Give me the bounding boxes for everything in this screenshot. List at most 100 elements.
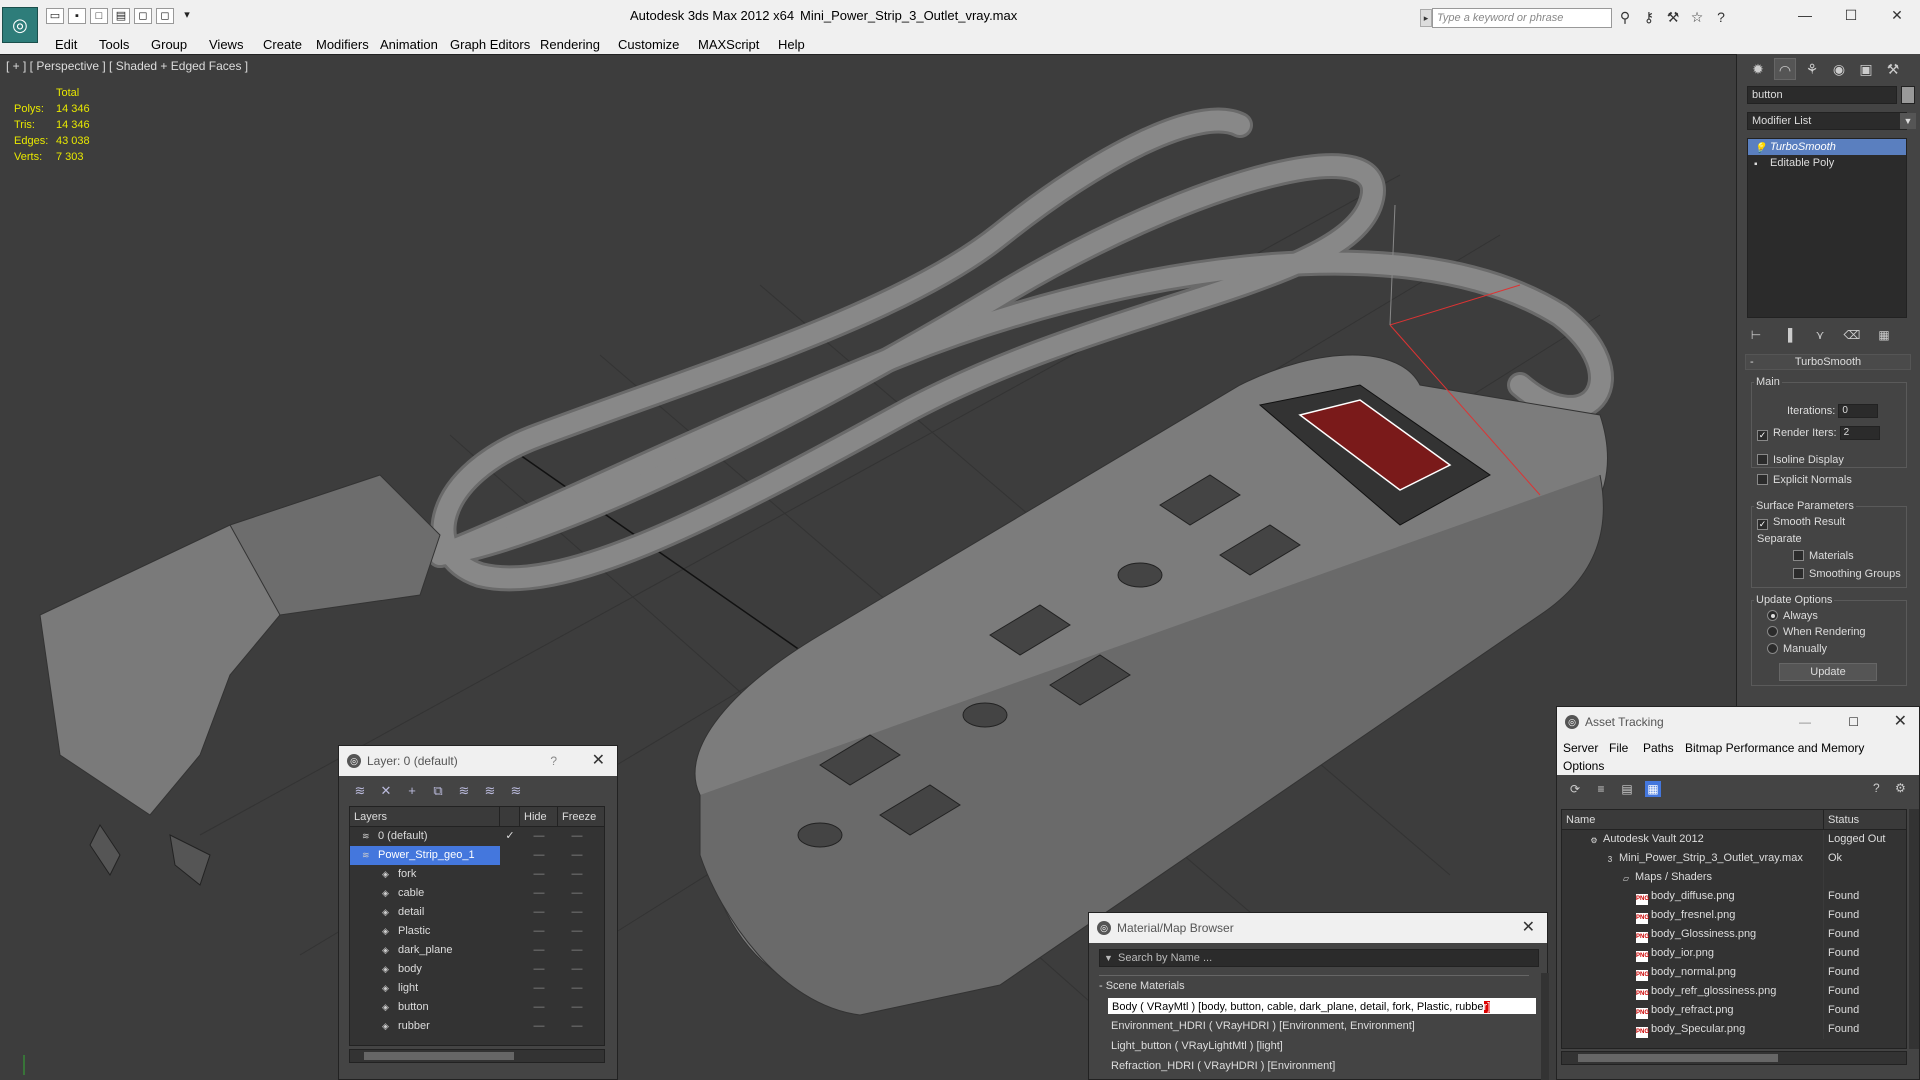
subscription-icon[interactable]: ⚷ [1640, 8, 1658, 26]
asset-name[interactable]: PNG body_Glossiness.png [1562, 925, 1824, 944]
maximize-icon[interactable]: ☐ [1848, 707, 1859, 737]
layer-row[interactable]: ◈ button — — [350, 998, 604, 1017]
current-layer-mark[interactable] [500, 1017, 520, 1036]
col-name[interactable]: Name [1562, 810, 1824, 829]
asset-name[interactable]: PNG body_normal.png [1562, 963, 1824, 982]
menu-options[interactable]: Options [1563, 759, 1604, 773]
redo-icon[interactable]: ◻ [156, 8, 174, 24]
asset-row[interactable]: PNG body_diffuse.png Found [1562, 887, 1906, 906]
asset-vertical-scrollbar[interactable] [1909, 809, 1919, 1049]
hide-toggle[interactable]: — [520, 960, 558, 979]
menu-server[interactable]: Server [1563, 741, 1598, 755]
material-row[interactable]: Environment_HDRI ( VRayHDRI ) [Environme… [1107, 1017, 1537, 1035]
layer-row[interactable]: ◈ dark_plane — — [350, 941, 604, 960]
save-file-icon[interactable]: ▪ [68, 8, 86, 24]
iterations-spinner[interactable]: 0 [1838, 404, 1879, 418]
layer-dialog-titlebar[interactable]: ◎ Layer: 0 (default) ? ✕ [339, 746, 617, 776]
layer-row[interactable]: ◈ Plastic — — [350, 922, 604, 941]
isoline-checkbox[interactable] [1757, 454, 1768, 465]
freeze-toggle[interactable]: — [558, 827, 596, 846]
col-status[interactable]: Status [1824, 810, 1904, 829]
layer-name[interactable]: ◈ dark_plane [350, 941, 500, 960]
current-layer-mark[interactable] [500, 865, 520, 884]
modify-tab-icon[interactable]: ◠ [1774, 58, 1796, 80]
current-layer-mark[interactable] [500, 846, 520, 865]
layer-row[interactable]: ◈ fork — — [350, 865, 604, 884]
current-layer-mark[interactable]: ✓ [500, 827, 520, 846]
make-unique-icon[interactable]: ⋎ [1811, 326, 1829, 344]
hide-toggle[interactable]: — [520, 903, 558, 922]
layer-name[interactable]: ≋ 0 (default) [350, 827, 500, 846]
hold-icon[interactable]: ▤ [112, 8, 130, 24]
menu-help[interactable]: Help [778, 37, 805, 52]
freeze-toggle[interactable]: — [558, 998, 596, 1017]
layer-name[interactable]: ≋ Power_Strip_geo_1 [350, 846, 500, 865]
menu-animation[interactable]: Animation [380, 37, 438, 52]
hide-toggle[interactable]: — [520, 884, 558, 903]
layer-name[interactable]: ◈ rubber [350, 1017, 500, 1036]
menu-rendering[interactable]: Rendering [540, 37, 600, 52]
turbosmooth-rollout-header[interactable]: - TurboSmooth [1745, 354, 1911, 370]
materials-checkbox[interactable] [1793, 550, 1804, 561]
layer-name[interactable]: ◈ button [350, 998, 500, 1017]
app-logo-icon[interactable]: ◎ [2, 7, 38, 43]
smooth-result-checkbox[interactable]: ✓ [1757, 519, 1768, 530]
layer-row[interactable]: ◈ cable — — [350, 884, 604, 903]
open-file-icon[interactable]: ▭ [46, 8, 64, 24]
current-layer-mark[interactable] [500, 960, 520, 979]
scene-materials-section[interactable]: - Scene Materials [1099, 975, 1529, 992]
material-vertical-scrollbar[interactable] [1541, 973, 1549, 1080]
always-radio[interactable] [1767, 610, 1778, 621]
close-icon[interactable]: ✕ [1522, 913, 1535, 943]
select-objects-icon[interactable]: ⧉ [429, 782, 447, 800]
layer-row[interactable]: ≋ 0 (default) ✓ — — [350, 827, 604, 846]
material-row[interactable]: Light_button ( VRayLightMtl ) [light] [1107, 1037, 1537, 1055]
list-view-icon[interactable]: ≡ [1593, 781, 1609, 797]
asset-row[interactable]: PNG body_fresnel.png Found [1562, 906, 1906, 925]
close-icon[interactable]: ✕ [1874, 0, 1920, 30]
freeze-toggle[interactable]: — [558, 960, 596, 979]
asset-name[interactable]: PNG body_fresnel.png [1562, 906, 1824, 925]
hide-toggle[interactable]: — [520, 941, 558, 960]
viewport-label[interactable]: [ + ] [ Perspective ] [ Shaded + Edged F… [6, 59, 248, 73]
layer-name[interactable]: ◈ body [350, 960, 500, 979]
create-tab-icon[interactable]: ✹ [1747, 58, 1769, 80]
binoculars-icon[interactable]: ⚲ [1616, 8, 1634, 26]
asset-name[interactable]: 3 Mini_Power_Strip_3_Outlet_vray.max [1562, 849, 1824, 868]
minimize-icon[interactable]: — [1799, 707, 1811, 737]
hide-toggle[interactable]: — [520, 922, 558, 941]
menu-group[interactable]: Group [151, 37, 187, 52]
options-dropdown-icon[interactable]: ▼ [1104, 950, 1113, 966]
new-file-icon[interactable]: □ [90, 8, 108, 24]
menu-views[interactable]: Views [209, 37, 243, 52]
expand-icon[interactable]: ▪ [1754, 157, 1758, 173]
set-current-layer-icon[interactable]: ≋ [481, 782, 499, 800]
material-search-input[interactable]: ▼ Search by Name ... [1099, 949, 1539, 967]
minimize-icon[interactable]: — [1782, 0, 1828, 30]
menu-file[interactable]: File [1609, 741, 1628, 755]
hide-toggle[interactable]: — [520, 998, 558, 1017]
stack-item-turbosmooth[interactable]: 💡 TurboSmooth [1748, 139, 1906, 155]
asset-tracking-titlebar[interactable]: ◎ Asset Tracking — ☐ ✕ [1557, 707, 1919, 737]
layer-row[interactable]: ◈ detail — — [350, 903, 604, 922]
freeze-toggle[interactable]: — [558, 922, 596, 941]
freeze-toggle[interactable]: — [558, 1017, 596, 1036]
show-end-result-icon[interactable]: ▐ [1779, 326, 1797, 344]
when-rendering-radio[interactable] [1767, 626, 1778, 637]
communication-icon[interactable]: ⚒ [1664, 8, 1682, 26]
menu-customize[interactable]: Customize [618, 37, 679, 52]
current-layer-mark[interactable] [500, 998, 520, 1017]
menu-edit[interactable]: Edit [55, 37, 77, 52]
object-color-swatch[interactable] [1901, 86, 1915, 104]
current-layer-mark[interactable] [500, 922, 520, 941]
asset-row[interactable]: PNG body_Specular.png Found [1562, 1020, 1906, 1039]
search-expand-icon[interactable]: ▸ [1420, 9, 1432, 27]
delete-layer-icon[interactable]: ✕ [377, 782, 395, 800]
hide-toggle[interactable]: — [520, 865, 558, 884]
asset-name[interactable]: PNG body_Specular.png [1562, 1020, 1824, 1039]
freeze-toggle[interactable]: — [558, 846, 596, 865]
qa-dropdown-icon[interactable]: ▾ [178, 8, 196, 24]
select-layer-icon[interactable]: ≋ [455, 782, 473, 800]
pin-stack-icon[interactable]: ⊢ [1747, 326, 1765, 344]
menu-graph-editors[interactable]: Graph Editors [450, 37, 530, 52]
